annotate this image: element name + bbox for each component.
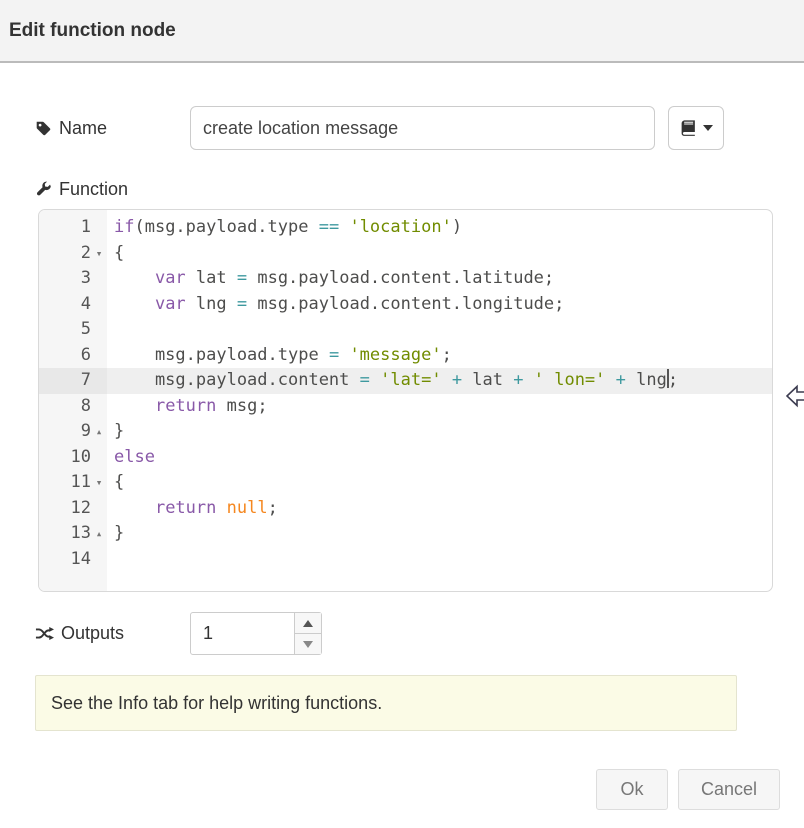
line-number: 5 xyxy=(39,317,107,343)
code-line-text: msg.payload.type = 'message'; xyxy=(107,343,772,369)
fold-open-icon[interactable]: ▾ xyxy=(91,241,107,267)
outputs-label-text: Outputs xyxy=(61,623,124,644)
spinner-up-icon xyxy=(303,620,313,627)
outputs-row: Outputs xyxy=(35,612,804,655)
line-number: 7 xyxy=(39,368,107,394)
line-number: 3 xyxy=(39,266,107,292)
function-label-text: Function xyxy=(59,179,128,200)
chevron-down-icon xyxy=(703,125,713,131)
line-number: 12 xyxy=(39,496,107,522)
code-line: 11▾{ xyxy=(39,470,772,496)
tag-icon xyxy=(35,120,52,137)
line-number: 9▴ xyxy=(39,419,107,445)
line-number: 8 xyxy=(39,394,107,420)
fold-close-icon[interactable]: ▴ xyxy=(91,419,107,445)
shuffle-icon xyxy=(35,626,54,641)
line-number: 10 xyxy=(39,445,107,471)
outputs-label: Outputs xyxy=(35,623,190,644)
line-number: 1 xyxy=(39,215,107,241)
library-book-icon xyxy=(680,119,698,137)
code-line: 8 return msg; xyxy=(39,394,772,420)
code-editor[interactable]: 1if(msg.payload.type == 'location')2▾{3 … xyxy=(38,209,773,592)
line-number: 14 xyxy=(39,547,107,573)
fold-open-icon[interactable]: ▾ xyxy=(91,470,107,496)
line-number: 6 xyxy=(39,343,107,369)
code-line-text: } xyxy=(107,521,772,547)
library-button[interactable] xyxy=(668,106,724,150)
function-label: Function xyxy=(35,179,190,200)
code-line-text: if(msg.payload.type == 'location') xyxy=(107,215,772,241)
code-line: 3 var lat = msg.payload.content.latitude… xyxy=(39,266,772,292)
code-line-text: return null; xyxy=(107,496,772,522)
spinner-down-icon xyxy=(303,641,313,648)
ok-button[interactable]: Ok xyxy=(596,769,668,810)
spinner-down-button[interactable] xyxy=(295,634,321,654)
line-number: 13▴ xyxy=(39,521,107,547)
code-line-text: else xyxy=(107,445,772,471)
name-label: Name xyxy=(35,118,190,139)
code-line-text: } xyxy=(107,419,772,445)
code-line-text: msg.payload.content = 'lat=' + lat + ' l… xyxy=(107,368,772,394)
wrench-icon xyxy=(35,181,52,198)
code-line: 9▴} xyxy=(39,419,772,445)
code-line-text: var lng = msg.payload.content.longitude; xyxy=(107,292,772,318)
dialog-header: Edit function node xyxy=(0,0,804,63)
code-line-text xyxy=(107,317,772,343)
info-message: See the Info tab for help writing functi… xyxy=(35,675,737,731)
dialog-footer: Ok Cancel xyxy=(596,769,780,810)
name-row: Name xyxy=(35,106,804,150)
outputs-spinner xyxy=(190,612,322,655)
code-line-text: var lat = msg.payload.content.latitude; xyxy=(107,266,772,292)
function-label-row: Function xyxy=(35,179,804,200)
line-number: 11▾ xyxy=(39,470,107,496)
edit-function-node-dialog: Edit function node Name xyxy=(0,0,804,828)
spinner-up-button[interactable] xyxy=(295,613,321,634)
code-line: 4 var lng = msg.payload.content.longitud… xyxy=(39,292,772,318)
code-line-text: return msg; xyxy=(107,394,772,420)
line-number: 4 xyxy=(39,292,107,318)
name-label-text: Name xyxy=(59,118,107,139)
cancel-button[interactable]: Cancel xyxy=(678,769,780,810)
code-line-text xyxy=(107,547,772,573)
code-line: 12 return null; xyxy=(39,496,772,522)
dialog-title: Edit function node xyxy=(9,20,176,42)
code-line: 1if(msg.payload.type == 'location') xyxy=(39,215,772,241)
name-input[interactable] xyxy=(190,106,655,150)
code-line: 5 xyxy=(39,317,772,343)
code-line: 10else xyxy=(39,445,772,471)
line-number: 2▾ xyxy=(39,241,107,267)
code-line: 6 msg.payload.type = 'message'; xyxy=(39,343,772,369)
code-line: 2▾{ xyxy=(39,241,772,267)
code-line: 14 xyxy=(39,547,772,573)
code-line-text: { xyxy=(107,241,772,267)
code-line: 13▴} xyxy=(39,521,772,547)
fold-close-icon[interactable]: ▴ xyxy=(91,521,107,547)
info-message-text: See the Info tab for help writing functi… xyxy=(51,693,382,714)
code-line-text: { xyxy=(107,470,772,496)
code-line: 7 msg.payload.content = 'lat=' + lat + '… xyxy=(39,368,772,394)
